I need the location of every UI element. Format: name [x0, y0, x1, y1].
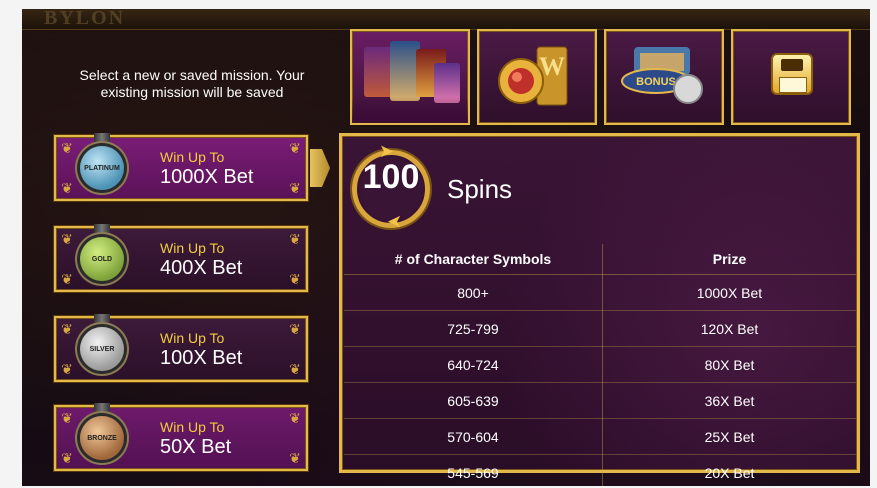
table-header-row: # of Character Symbols Prize [344, 244, 856, 275]
corner-ornament: ❦ [61, 271, 73, 287]
symbol-range-cell: 545-569 [344, 454, 603, 486]
mission-instruction: Select a new or saved mission. Your exis… [79, 67, 305, 100]
prize-table: # of Character Symbols Prize 800+ 1000X … [344, 244, 856, 486]
silver-medal-icon: SILVER [80, 327, 124, 371]
wild-coin-icon: W [498, 46, 568, 106]
corner-ornament: ❦ [61, 450, 73, 466]
mission-value: 1000X Bet [160, 166, 254, 188]
table-row: 640-724 80X Bet [344, 346, 856, 383]
corner-ornament: ❦ [289, 180, 301, 196]
column-header: Prize [602, 244, 856, 275]
prize-cell: 120X Bet [602, 310, 856, 347]
corner-ornament: ❦ [61, 321, 73, 337]
tab-caption-bg [352, 97, 468, 123]
symbol-range-cell: 570-604 [344, 418, 603, 455]
table-row: 725-799 120X Bet [344, 310, 856, 347]
table-row: 800+ 1000X Bet [344, 274, 856, 311]
corner-ornament: ❦ [61, 231, 73, 247]
save-disk-icon [771, 53, 813, 95]
prize-cell: 25X Bet [602, 418, 856, 455]
spin-label: Spins [447, 174, 513, 204]
corner-ornament: ❦ [61, 180, 73, 196]
mission-value: 50X Bet [160, 436, 232, 458]
medal-ribbon [94, 224, 110, 238]
game-screen: BYLON Select a new or saved mission. You… [22, 9, 870, 486]
table-row: 545-569 20X Bet [344, 454, 856, 486]
spin-count: 100 [362, 158, 420, 196]
svg-text:BONUS: BONUS [636, 76, 676, 88]
prize-cell: 36X Bet [602, 382, 856, 419]
corner-ornament: ❦ [289, 361, 301, 377]
table-row: 605-639 36X Bet [344, 382, 856, 419]
bronze-medal-icon: BRONZE [80, 416, 124, 460]
symbol-range-cell: 605-639 [344, 382, 603, 419]
bonus-icon: BONUS [621, 47, 703, 104]
mission-label: Win Up To [160, 330, 225, 346]
tab-characters[interactable] [350, 29, 470, 125]
mission-label: Win Up To [160, 240, 225, 256]
symbol-range-cell: 800+ [344, 274, 603, 311]
mission-silver-button[interactable]: ❦ ❦ ❦ ❦ SILVER Win Up To 100X Bet [54, 314, 308, 382]
medal-ribbon [94, 314, 110, 328]
mission-platinum-button[interactable]: ❦ ❦ ❦ ❦ PLATINUM Win Up To 1000X Bet [54, 133, 308, 201]
corner-ornament: ❦ [61, 361, 73, 377]
corner-ornament: ❦ [289, 140, 301, 156]
table-row: 570-604 25X Bet [344, 418, 856, 455]
medal-tier-text: SILVER [89, 345, 115, 353]
column-header: # of Character Symbols [344, 244, 603, 275]
medal-tier-text: PLATINUM [84, 164, 120, 172]
characters-icon [364, 41, 460, 105]
tab-wild[interactable]: W [477, 29, 597, 125]
tab-bonus[interactable]: BONUS [604, 29, 724, 125]
corner-ornament: ❦ [289, 271, 301, 287]
mission-label: Win Up To [160, 149, 225, 165]
symbol-range-cell: 640-724 [344, 346, 603, 383]
mission-value: 400X Bet [160, 257, 243, 279]
tab-save[interactable] [731, 29, 851, 125]
mission-details-panel: ➤ ➤ 100 Spins # of Character Symbols Pri… [339, 133, 860, 486]
corner-ornament: ❦ [289, 450, 301, 466]
prize-cell: 80X Bet [602, 346, 856, 383]
corner-ornament: ❦ [289, 321, 301, 337]
corner-ornament: ❦ [289, 410, 301, 426]
medal-tier-text: GOLD [91, 255, 113, 263]
prize-cell: 1000X Bet [602, 274, 856, 311]
prize-cell: 20X Bet [704, 464, 755, 481]
medal-ribbon [94, 403, 110, 417]
gold-medal-icon: GOLD [80, 237, 124, 281]
symbol-range-cell: 725-799 [344, 310, 603, 347]
mission-value: 100X Bet [160, 347, 243, 369]
platinum-medal-icon: PLATINUM [80, 146, 124, 190]
medal-ribbon [94, 133, 110, 147]
mission-label: Win Up To [160, 419, 225, 435]
mission-bronze-button[interactable]: ❦ ❦ ❦ ❦ BRONZE Win Up To 50X Bet [54, 403, 308, 471]
corner-ornament: ❦ [61, 410, 73, 426]
corner-ornament: ❦ [61, 140, 73, 156]
corner-ornament: ❦ [289, 231, 301, 247]
mission-gold-button[interactable]: ❦ ❦ ❦ ❦ GOLD Win Up To 400X Bet [54, 224, 308, 292]
medal-tier-text: BRONZE [87, 434, 117, 442]
